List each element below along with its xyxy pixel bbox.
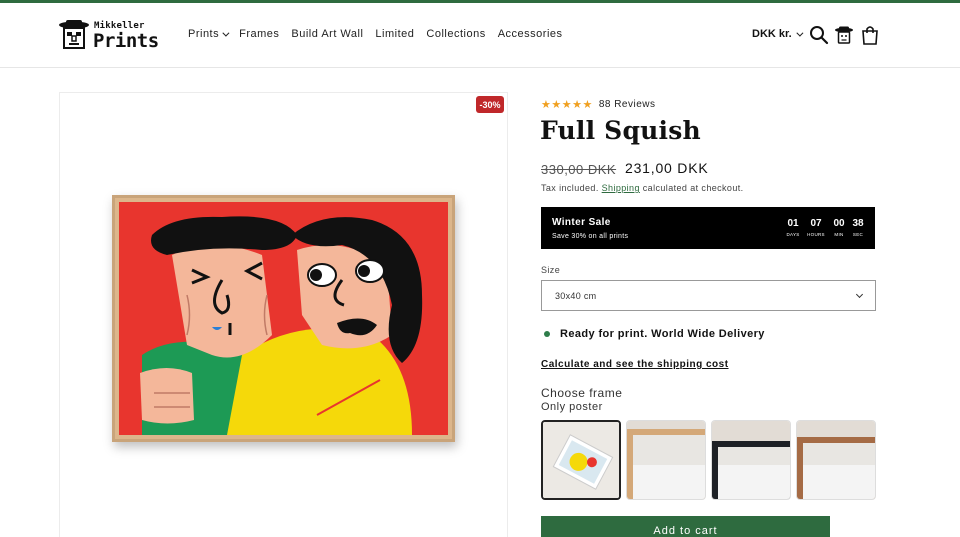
main-nav: Prints Frames Build Art Wall Limited Col… [188, 28, 575, 40]
sale-banner: Winter Sale Save 30% on all prints 01 DA… [541, 207, 875, 249]
countdown-value: 38 [852, 218, 864, 229]
account-icon[interactable] [834, 25, 854, 45]
currency-label: DKK kr. [752, 28, 792, 40]
frame-option-only-poster[interactable] [541, 420, 621, 500]
countdown-value: 07 [810, 218, 822, 229]
countdown-hours: 07 HOURS [806, 218, 826, 237]
logo-big-text: Prints [93, 30, 159, 52]
countdown-seconds: 38 SEC [848, 218, 868, 237]
countdown-value: 01 [787, 218, 799, 229]
site-header: Mikkeller Prints Prints Frames Build Art… [0, 3, 960, 68]
nav-item-build-art-wall[interactable]: Build Art Wall [291, 28, 363, 40]
nav-item-frames[interactable]: Frames [239, 28, 279, 40]
countdown-unit: SEC [852, 232, 864, 237]
availability-status: Ready for print. World Wide Delivery [544, 328, 765, 340]
framed-poster-image[interactable] [112, 195, 455, 442]
oak-frame-thumbnail-icon [627, 421, 705, 499]
size-select[interactable]: 30x40 cm [541, 280, 876, 311]
availability-text: Ready for print. World Wide Delivery [560, 328, 765, 340]
walnut-frame-thumbnail-icon [797, 421, 875, 499]
countdown-unit: HOURS [807, 232, 825, 237]
poster-thumbnail-icon [543, 422, 619, 498]
tax-note: Tax included. Shipping calculated at che… [541, 183, 744, 193]
countdown-minutes: 00 MIN [829, 218, 849, 237]
frame-selected-name: Only poster [541, 401, 603, 413]
nav-item-accessories[interactable]: Accessories [498, 28, 563, 40]
sale-title: Winter Sale [552, 217, 611, 228]
chevron-down-icon [222, 29, 230, 37]
cart-icon[interactable] [860, 25, 880, 45]
chevron-down-icon [855, 290, 864, 299]
star-rating-icon: ★★★★★ [541, 99, 593, 111]
nav-label: Prints [188, 28, 220, 40]
currency-selector[interactable]: DKK kr. [752, 28, 804, 40]
price-sale: 231,00 DKK [625, 160, 709, 176]
nav-item-collections[interactable]: Collections [426, 28, 485, 40]
countdown-unit: MIN [834, 232, 844, 237]
size-value: 30x40 cm [555, 291, 597, 301]
tax-prefix: Tax included. [541, 183, 599, 193]
size-label: Size [541, 265, 561, 275]
chevron-down-icon [796, 29, 804, 37]
countdown-unit: DAYS [786, 232, 800, 237]
nav-item-limited[interactable]: Limited [375, 28, 414, 40]
logo-mascot-icon [59, 20, 89, 49]
nav-item-prints[interactable]: Prints [188, 28, 230, 40]
brand-logo[interactable]: Mikkeller Prints [58, 19, 168, 55]
status-dot-icon [544, 331, 550, 337]
frame-option-black[interactable] [711, 420, 791, 500]
countdown-days: 01 DAYS [783, 218, 803, 237]
black-frame-thumbnail-icon [712, 421, 790, 499]
frame-option-oak[interactable] [626, 420, 706, 500]
shipping-link[interactable]: Shipping [602, 183, 640, 193]
product-rating[interactable]: ★★★★★ 88 Reviews [541, 98, 656, 111]
countdown-value: 00 [833, 218, 845, 229]
search-icon[interactable] [809, 25, 829, 45]
frame-label: Choose frame [541, 386, 623, 400]
review-count: 88 Reviews [598, 99, 656, 110]
frame-option-walnut[interactable] [796, 420, 876, 500]
tax-suffix: calculated at checkout. [642, 183, 744, 193]
discount-badge: -30% [476, 96, 504, 113]
shipping-calculator-link[interactable]: Calculate and see the shipping cost [541, 359, 729, 370]
price-original: 330,00 DKK [541, 162, 617, 177]
product-title: Full Squish [540, 116, 701, 145]
add-to-cart-button[interactable]: Add to cart [541, 516, 830, 537]
sale-subtitle: Save 30% on all prints [552, 233, 629, 240]
